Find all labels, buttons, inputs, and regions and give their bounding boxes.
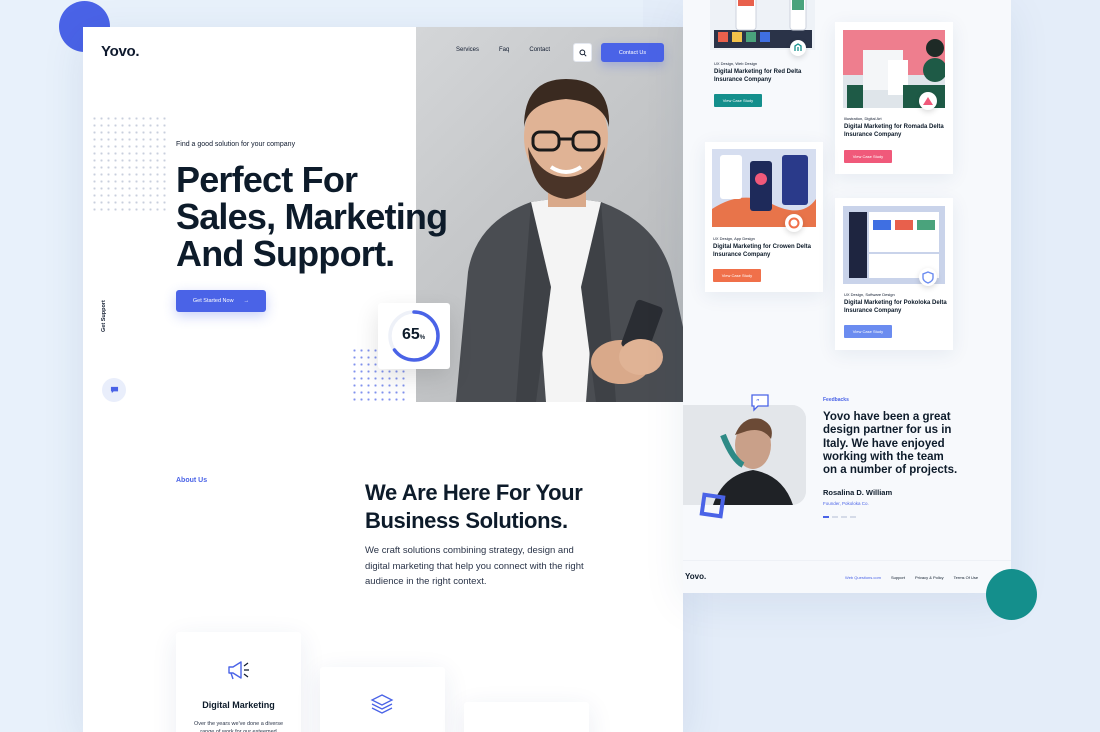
dot-pattern: [91, 115, 167, 215]
case-study-title: Digital Marketing for Crowen Delta Insur…: [713, 244, 812, 258]
service-card[interactable]: [320, 667, 445, 732]
hero-title-line: Perfect For: [176, 159, 358, 200]
carousel-dot[interactable]: [850, 516, 856, 518]
testimonial-role: Founder, Pokoloka Co.: [823, 501, 869, 506]
get-support-label[interactable]: Get Support: [101, 300, 107, 332]
carousel-dot[interactable]: [832, 516, 838, 518]
view-case-study-button[interactable]: View Case Study: [713, 269, 761, 282]
progress-card: 65%: [378, 303, 450, 369]
portfolio-page-mockup: UX Design, Web Design Digital Marketing …: [683, 0, 1011, 593]
case-study-title: Digital Marketing for Red Delta Insuranc…: [714, 69, 802, 83]
hero-title-line: And Support.: [176, 233, 395, 274]
case-study-card[interactable]: Illustration, Digital Art Digital Market…: [835, 22, 953, 174]
about-label: About Us: [176, 477, 208, 484]
case-study-tags: UX Design, Software Design: [844, 292, 895, 297]
nav-item-faq[interactable]: Faq: [499, 47, 509, 53]
get-started-label: Get Started Now: [192, 298, 234, 304]
hero-title-line: Sales, Marketing: [176, 196, 448, 237]
person-image: [683, 405, 806, 505]
footer-logo[interactable]: Yovo.: [685, 572, 706, 581]
search-icon: [578, 48, 587, 57]
carousel-dots[interactable]: [823, 516, 856, 518]
feedback-label: Feedbacks: [823, 397, 849, 403]
case-study-title: Digital Marketing for Romada Delta Insur…: [844, 124, 944, 138]
layers-icon: [370, 694, 394, 714]
view-case-study-button[interactable]: View Case Study: [844, 150, 892, 163]
progress-value: 65%: [402, 326, 426, 343]
shield-icon: [919, 268, 937, 286]
main-nav: Services Faq Contact: [456, 47, 550, 53]
case-study-tags: UX Design, App Design: [713, 236, 755, 241]
case-study-tags: UX Design, Web Design: [714, 61, 758, 66]
footer-links: Web Questions.com Support Privacy & Poli…: [845, 575, 978, 580]
case-study-tags: Illustration, Digital Art: [844, 116, 882, 121]
about-title: We Are Here For Your Business Solutions.: [365, 480, 583, 533]
arrow-right-icon: →: [243, 298, 250, 304]
magento-icon: [790, 40, 806, 56]
service-card[interactable]: Digital Marketing Over the years we've d…: [176, 632, 301, 732]
megaphone-icon: [228, 661, 249, 680]
carousel-dot[interactable]: [823, 516, 829, 518]
chat-button[interactable]: [102, 378, 126, 402]
case-study-title: Digital Marketing for Pokoloka Delta Ins…: [844, 300, 947, 314]
case-study-card[interactable]: UX Design, App Design Digital Marketing …: [705, 142, 823, 292]
svg-text:”: ”: [756, 398, 760, 406]
get-started-button[interactable]: Get Started Now →: [176, 290, 266, 312]
contact-us-button[interactable]: Contact Us: [601, 43, 664, 62]
brand-logo[interactable]: Yovo.: [101, 43, 140, 60]
service-body: Over the years we've done a diverse rang…: [193, 721, 284, 732]
testimonial-name: Rosalina D. William: [823, 488, 893, 497]
service-card[interactable]: [464, 702, 589, 732]
shape-icon: [919, 92, 937, 110]
testimonial-photo: [683, 405, 806, 505]
about-body: We craft solutions combining strategy, d…: [365, 545, 584, 587]
hero-title: Perfect For Sales, Marketing And Support…: [176, 161, 476, 272]
footer-link[interactable]: Terms Of Use: [954, 575, 978, 580]
hero-kicker: Find a good solution for your company: [176, 141, 296, 148]
landing-page-mockup: Yovo. Services Faq Contact Contact Us Fi…: [83, 27, 683, 732]
view-case-study-button[interactable]: View Case Study: [844, 325, 892, 338]
carousel-dot[interactable]: [841, 516, 847, 518]
nav-item-contact[interactable]: Contact: [529, 47, 550, 53]
decorative-circle: [986, 569, 1037, 620]
testimonial-quote: Yovo have been a great design partner fo…: [823, 411, 958, 477]
case-study-card[interactable]: UX Design, Software Design Digital Marke…: [835, 198, 953, 350]
footer: Yovo. Web Questions.com Support Privacy …: [683, 560, 1011, 593]
footer-link[interactable]: Support: [891, 575, 905, 580]
view-case-study-button[interactable]: View Case Study: [714, 94, 762, 107]
chat-icon: [110, 386, 118, 394]
search-button[interactable]: [573, 43, 592, 62]
nav-item-services[interactable]: Services: [456, 47, 479, 53]
footer-link[interactable]: Privacy & Policy: [915, 575, 944, 580]
decorative-square: [699, 492, 726, 519]
quote-bubble-icon: ”: [751, 394, 769, 412]
ring-icon: [785, 214, 803, 232]
service-title: Digital Marketing: [202, 700, 275, 710]
footer-link[interactable]: Web Questions.com: [845, 575, 881, 580]
case-study-card[interactable]: UX Design, Web Design Digital Marketing …: [710, 0, 822, 115]
